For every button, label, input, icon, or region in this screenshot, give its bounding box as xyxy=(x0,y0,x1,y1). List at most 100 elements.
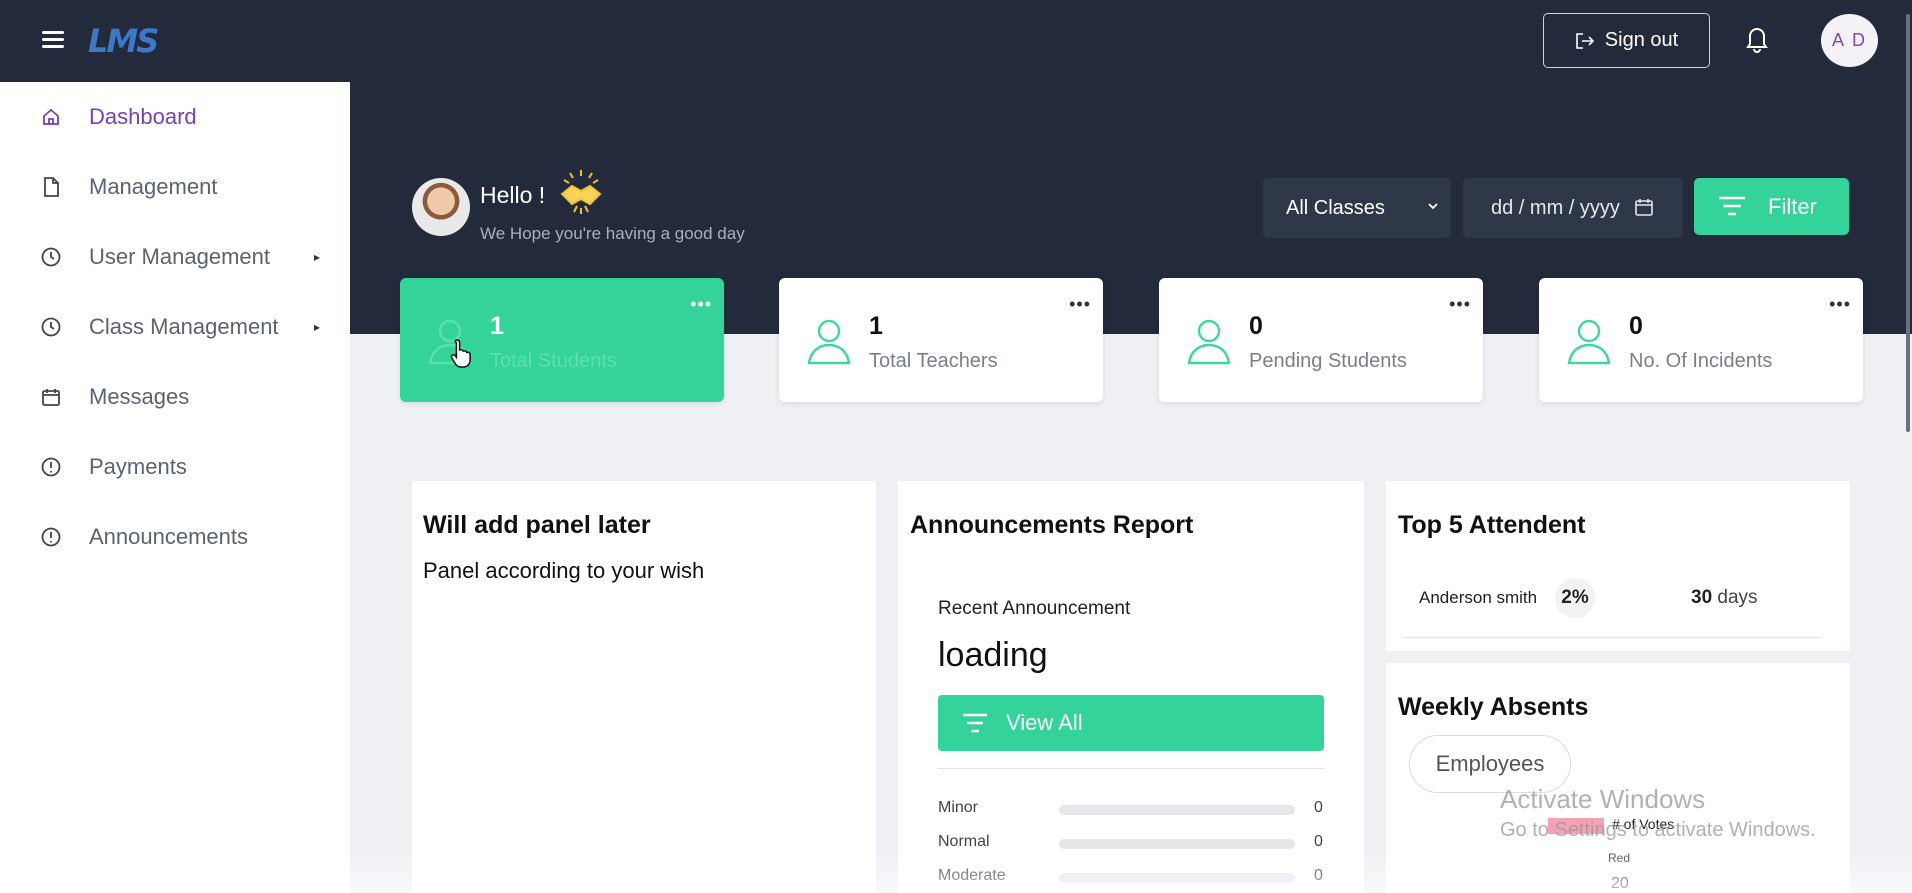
clock-icon xyxy=(41,247,61,267)
menu-icon[interactable] xyxy=(42,31,64,49)
stat-card-pending-students[interactable]: 0 Pending Students ••• xyxy=(1159,278,1483,402)
date-input[interactable]: dd / mm / yyyy xyxy=(1463,178,1683,238)
stat-card-total-students[interactable]: 1 Total Students ••• xyxy=(400,278,724,402)
stat-value: 1 xyxy=(490,312,504,340)
announcements-panel: Announcements Report Recent Announcement… xyxy=(898,481,1364,893)
stat-card-total-teachers[interactable]: 1 Total Teachers ••• xyxy=(779,278,1103,402)
calendar-icon xyxy=(42,389,60,406)
sidebar-item-label: Payments xyxy=(89,454,187,479)
chevron-right-icon: ▸ xyxy=(314,250,321,264)
stat-label: Pending Students xyxy=(1249,350,1407,372)
classes-select-value: All Classes xyxy=(1286,196,1385,219)
weekly-absents-panel: Weekly Absents Employees # of Votes Red … xyxy=(1386,663,1850,893)
severity-value: 0 xyxy=(1314,799,1323,816)
severity-bar xyxy=(1059,839,1295,849)
home-icon xyxy=(43,108,59,125)
sidebar-item-announcements[interactable]: Announcements xyxy=(0,509,350,565)
sidebar-item-management[interactable]: Management xyxy=(0,159,350,215)
severity-label: Moderate xyxy=(938,867,1006,884)
sidebar-item-dashboard[interactable]: Dashboard xyxy=(0,89,350,145)
severity-label: Normal xyxy=(938,833,990,850)
severity-value: 0 xyxy=(1314,867,1323,884)
severity-row-normal: Normal 0 xyxy=(938,831,1324,855)
classes-select[interactable]: All Classes xyxy=(1263,178,1451,238)
stat-value: 0 xyxy=(1249,312,1263,340)
calendar-icon[interactable] xyxy=(1634,197,1654,217)
severity-bar xyxy=(1059,805,1295,815)
alert-circle-icon xyxy=(41,527,61,547)
attendent-percent: 2% xyxy=(1555,578,1595,618)
sidebar-item-messages[interactable]: Messages xyxy=(0,369,350,425)
app-logo[interactable]: LMS xyxy=(88,18,159,64)
value-label: 20 xyxy=(1611,875,1629,892)
sidebar: Dashboard Management User Management ▸ C… xyxy=(0,82,350,893)
bell-icon[interactable] xyxy=(1744,24,1770,54)
panel-subtitle: Panel according to your wish xyxy=(423,558,705,583)
filter-button[interactable]: Filter xyxy=(1694,178,1849,235)
attendent-days: 30 days xyxy=(1691,587,1758,608)
divider xyxy=(1403,637,1821,638)
user-avatar[interactable]: A D xyxy=(1821,14,1878,67)
sidebar-item-user-management[interactable]: User Management ▸ xyxy=(0,229,350,285)
sidebar-item-class-management[interactable]: Class Management ▸ xyxy=(0,299,350,355)
sidebar-item-label: Class Management xyxy=(89,314,279,339)
handshake-icon xyxy=(560,170,602,214)
sidebar-item-label: Announcements xyxy=(89,524,248,549)
stat-label: Total Students xyxy=(490,350,617,372)
category-label: Red xyxy=(1608,851,1631,865)
sidebar-item-payments[interactable]: Payments xyxy=(0,439,350,495)
file-icon xyxy=(44,177,59,197)
top-bar: LMS Sign out A D xyxy=(0,0,1912,82)
recent-announcement-value: loading xyxy=(938,636,1048,674)
chevron-right-icon: ▸ xyxy=(314,320,321,334)
panel-title: Will add panel later xyxy=(423,511,651,539)
filter-label: Filter xyxy=(1768,193,1817,219)
filter-lines-icon xyxy=(1719,196,1745,216)
alert-circle-icon xyxy=(41,457,61,477)
more-options-icon[interactable]: ••• xyxy=(690,294,712,315)
placeholder-panel: Will add panel later Panel according to … xyxy=(412,481,876,893)
severity-row-minor: Minor 0 xyxy=(938,797,1324,821)
legend-label: # of Votes xyxy=(1612,816,1675,832)
stat-value: 1 xyxy=(869,312,883,340)
stat-label: No. Of Incidents xyxy=(1629,350,1773,372)
user-icon xyxy=(807,319,851,365)
panel-title: Weekly Absents xyxy=(1398,693,1589,721)
greeting-subtitle: We Hope you're having a good day xyxy=(480,224,745,243)
user-icon xyxy=(1567,319,1611,365)
view-all-button[interactable]: View All xyxy=(938,695,1324,751)
user-icon xyxy=(1187,319,1231,365)
page-scrollbar[interactable] xyxy=(1904,0,1912,893)
more-options-icon[interactable]: ••• xyxy=(1829,294,1851,315)
clock-icon xyxy=(41,317,61,337)
view-all-label: View All xyxy=(1006,710,1083,735)
logout-icon xyxy=(1575,32,1594,49)
legend-swatch xyxy=(1548,818,1604,834)
stat-value: 0 xyxy=(1629,312,1643,340)
divider xyxy=(938,768,1324,769)
severity-bar xyxy=(1059,873,1295,883)
panel-title: Top 5 Attendent xyxy=(1398,511,1586,539)
stat-card-incidents[interactable]: 0 No. Of Incidents ••• xyxy=(1539,278,1863,402)
severity-label: Minor xyxy=(938,799,979,816)
scrollbar-thumb[interactable] xyxy=(1906,14,1910,432)
sidebar-item-label: Management xyxy=(89,174,218,199)
severity-row-moderate: Moderate 0 xyxy=(938,865,1324,889)
top-attendent-panel: Top 5 Attendent Anderson smith 2% 30 day… xyxy=(1386,481,1850,651)
more-options-icon[interactable]: ••• xyxy=(1069,294,1091,315)
sidebar-item-label: Dashboard xyxy=(89,104,197,129)
attendent-name: Anderson smith xyxy=(1419,588,1538,607)
panel-title: Announcements Report xyxy=(910,511,1194,539)
chevron-down-icon xyxy=(1428,203,1438,210)
stat-label: Total Teachers xyxy=(869,350,998,372)
employees-chip[interactable]: Employees xyxy=(1409,735,1571,793)
hand-cursor-icon xyxy=(450,339,471,368)
more-options-icon[interactable]: ••• xyxy=(1449,294,1471,315)
filter-lines-icon xyxy=(963,713,987,733)
greeting-title: Hello ! xyxy=(480,182,546,208)
sidebar-item-label: User Management xyxy=(89,244,270,269)
severity-value: 0 xyxy=(1314,833,1323,850)
sign-out-button[interactable]: Sign out xyxy=(1543,13,1710,68)
date-input-placeholder: dd / mm / yyyy xyxy=(1491,196,1620,219)
recent-announcement-label: Recent Announcement xyxy=(938,598,1131,619)
